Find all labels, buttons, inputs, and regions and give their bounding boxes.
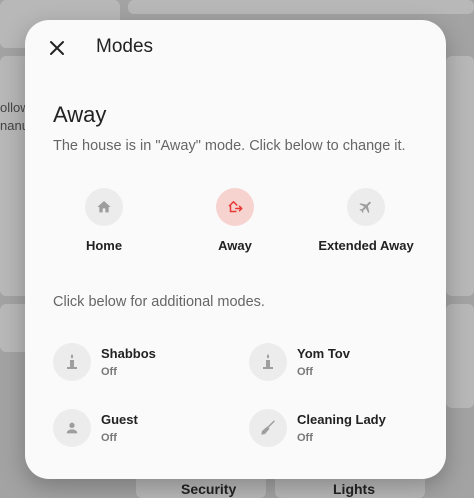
mode-guest-state: Off [101, 432, 117, 444]
mode-yom-tov-state: Off [297, 366, 313, 378]
mode-description: The house is in "Away" mode. Click below… [53, 138, 406, 154]
airplane-icon [359, 201, 371, 214]
current-mode-heading: Away [53, 102, 107, 127]
mode-home-label: Home [85, 238, 123, 253]
dialog-title: Modes [96, 36, 154, 57]
mode-extended-away-button[interactable]: Extended Away [301, 188, 431, 253]
mode-yom-tov-name: Yom Tov [297, 346, 350, 361]
background-card [446, 304, 474, 408]
mode-guest-name: Guest [101, 412, 138, 427]
mode-guest-button[interactable]: Guest Off [53, 408, 233, 448]
mode-shabbos-state: Off [101, 366, 117, 378]
close-button[interactable] [45, 34, 69, 62]
candle-icon [263, 354, 273, 369]
mode-away-label: Away [218, 238, 252, 253]
mode-icon-circle [53, 343, 91, 381]
mode-icon-circle [216, 188, 254, 226]
background-card [128, 0, 474, 14]
mode-cleaning-lady-name: Cleaning Lady [297, 412, 386, 427]
primary-modes: Home Away Extended Away [25, 188, 446, 258]
candle-icon [67, 354, 77, 369]
mode-icon-circle [53, 409, 91, 447]
mode-shabbos-name: Shabbos [101, 346, 156, 361]
mode-cleaning-lady-button[interactable]: Cleaning Lady Off [249, 408, 429, 448]
lights-label: Lights [333, 481, 375, 497]
mode-icon-circle [249, 343, 287, 381]
mode-extended-away-label: Extended Away [318, 238, 414, 253]
home-icon [97, 201, 111, 213]
background-card [446, 56, 474, 296]
mode-away-button[interactable]: Away [170, 188, 300, 253]
mode-icon-circle [85, 188, 123, 226]
person-icon [66, 422, 78, 434]
security-label: Security [181, 481, 237, 497]
away-icon [228, 201, 243, 213]
mode-shabbos-button[interactable]: Shabbos Off [53, 342, 233, 382]
close-icon [50, 41, 64, 55]
mode-home-button[interactable]: Home [39, 188, 169, 253]
mode-icon-circle [249, 409, 287, 447]
broom-icon [261, 420, 275, 435]
mode-cleaning-lady-state: Off [297, 432, 313, 444]
mode-icon-circle [347, 188, 385, 226]
modes-dialog: Modes Away The house is in "Away" mode. … [25, 20, 446, 479]
additional-modes-prompt: Click below for additional modes. [53, 294, 265, 310]
mode-yom-tov-button[interactable]: Yom Tov Off [249, 342, 429, 382]
